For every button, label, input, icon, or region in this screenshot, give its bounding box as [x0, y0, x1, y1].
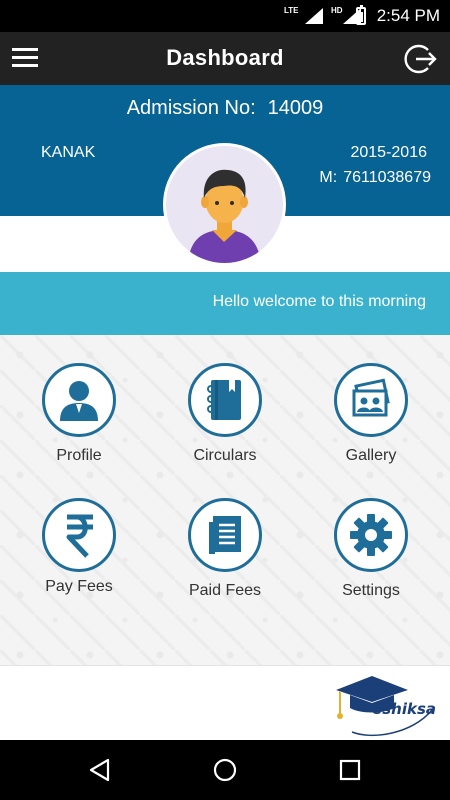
home-icon[interactable] — [212, 757, 238, 783]
pay-fees-label: Pay Fees — [45, 578, 113, 595]
lte-indicator: LTE — [284, 6, 299, 15]
admission-info: Admission No: 14009 — [0, 97, 450, 120]
circulars-label: Circulars — [193, 447, 257, 464]
pay-fees-tile[interactable]: Pay Fees — [24, 498, 134, 596]
profile-tile[interactable]: Profile — [24, 363, 134, 465]
gallery-label: Gallery — [345, 447, 397, 464]
logout-icon[interactable] — [404, 42, 438, 76]
status-time: 2:54 PM — [376, 6, 440, 25]
settings-label: Settings — [342, 582, 400, 599]
gear-icon — [334, 498, 408, 572]
paid-fees-label: Paid Fees — [188, 582, 262, 599]
dashboard-menu-grid: Profile Circulars Gallery Pay Fees Paid … — [0, 335, 450, 665]
recent-apps-icon[interactable] — [337, 757, 363, 783]
greeting-banner: Hello welcome to this morning — [0, 272, 450, 335]
avatar[interactable] — [163, 143, 286, 266]
academic-session: 2015-2016 — [350, 144, 427, 161]
mobile-label: M: — [319, 169, 338, 186]
battery-icon — [356, 5, 366, 25]
system-nav-bar — [0, 740, 450, 800]
signal-strength-icon — [305, 8, 323, 24]
settings-tile[interactable]: Settings — [316, 498, 426, 600]
admission-label: Admission No: — [126, 97, 256, 119]
status-bar: LTE HD 2:54 PM — [0, 0, 450, 32]
gallery-icon — [334, 363, 408, 437]
gallery-tile[interactable]: Gallery — [316, 363, 426, 465]
mobile-number: M: 7611038679 — [319, 169, 431, 187]
greeting-text: Hello welcome to this morning — [212, 293, 426, 310]
hd-indicator: HD — [331, 6, 343, 15]
footer: eshiksa — [0, 665, 450, 740]
circulars-tile[interactable]: Circulars — [170, 363, 280, 465]
student-avatar-icon — [166, 146, 283, 263]
app-bar: Dashboard — [0, 32, 450, 85]
admission-number: 14009 — [267, 97, 324, 119]
rupee-icon — [42, 498, 116, 572]
profile-icon — [42, 363, 116, 437]
student-name: KANAK — [41, 144, 96, 161]
eshiksa-logo-text: eshiksa — [372, 700, 436, 718]
circulars-icon — [188, 363, 262, 437]
profile-label: Profile — [56, 447, 102, 464]
paid-fees-tile[interactable]: Paid Fees — [170, 498, 280, 600]
page-title: Dashboard — [166, 45, 284, 70]
receipt-icon — [188, 498, 262, 572]
back-icon[interactable] — [87, 757, 113, 783]
mobile-value: 7611038679 — [343, 169, 431, 186]
